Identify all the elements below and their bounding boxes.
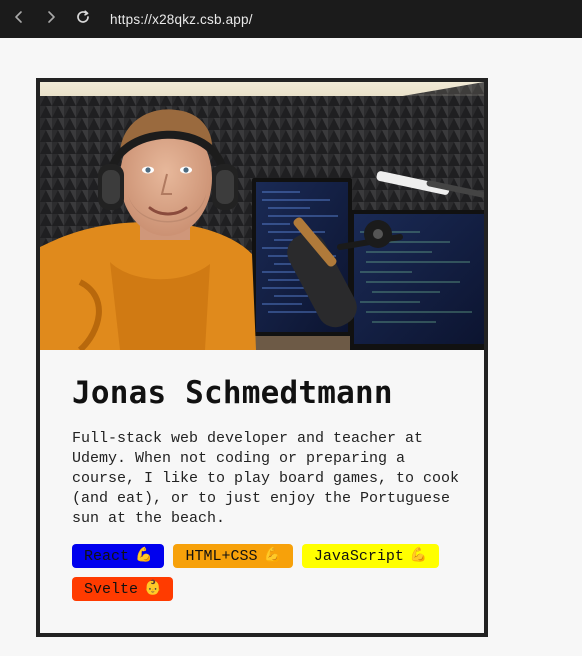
skill-label: JavaScript: [313, 547, 404, 565]
profile-card: Jonas Schmedtmann Full-stack web develop…: [36, 78, 488, 637]
chevron-left-icon: [12, 10, 26, 29]
reload-icon: [75, 9, 91, 30]
profile-content: Jonas Schmedtmann Full-stack web develop…: [72, 374, 464, 601]
skill-badge-javascript: JavaScript 💪: [301, 544, 440, 568]
skill-label: Svelte: [84, 580, 139, 598]
profile-bio: Full-stack web developer and teacher at …: [72, 430, 460, 527]
flexed-biceps-icon: 💪: [135, 548, 153, 564]
flexed-biceps-icon: 💪: [263, 548, 281, 564]
forward-button[interactable]: [38, 6, 64, 32]
skill-badge-react: React 💪: [72, 544, 165, 568]
skill-list: React 💪 HTML+CSS 💪 JavaScript 💪 Svelte 👶: [72, 544, 452, 601]
skill-badge-svelte: Svelte 👶: [72, 577, 174, 601]
browser-toolbar: https://x28qkz.csb.app/: [0, 0, 582, 38]
profile-photo: [40, 82, 484, 350]
skill-label: HTML+CSS: [185, 547, 258, 565]
reload-button[interactable]: [70, 6, 96, 32]
skill-badge-html-css: HTML+CSS 💪: [173, 544, 293, 568]
back-button[interactable]: [6, 6, 32, 32]
chevron-right-icon: [44, 10, 58, 29]
flexed-biceps-icon: 💪: [409, 548, 428, 564]
baby-face-icon: 👶: [144, 581, 162, 597]
address-bar[interactable]: https://x28qkz.csb.app/: [110, 12, 253, 27]
skill-label: React: [84, 547, 130, 565]
profile-name: Jonas Schmedtmann: [72, 375, 393, 411]
